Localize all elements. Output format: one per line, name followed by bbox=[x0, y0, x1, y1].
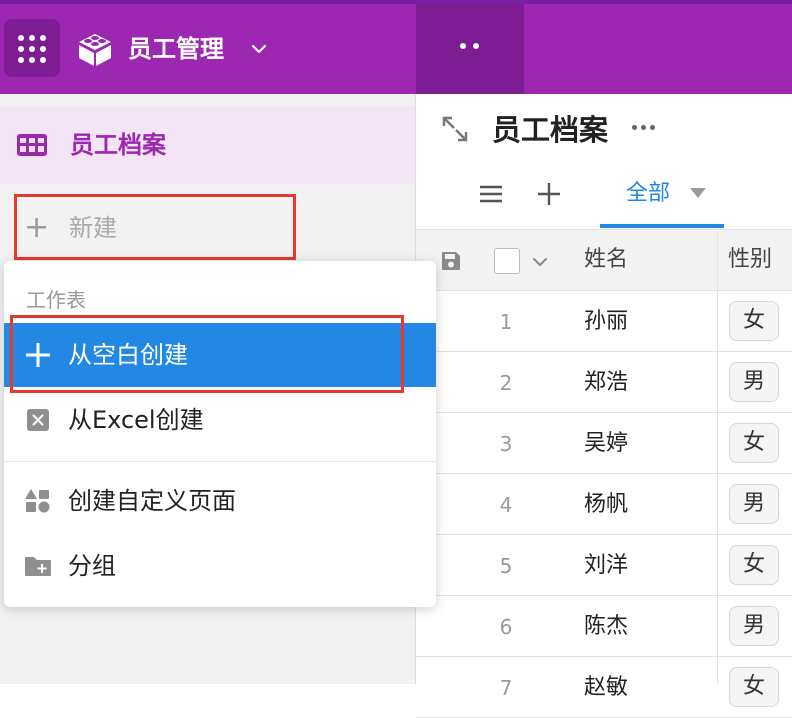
table-row[interactable]: 7 赵敏 女 bbox=[416, 657, 792, 718]
cell-name[interactable]: 吴婷 bbox=[584, 427, 628, 461]
menu-item-label: 创建自定义页面 bbox=[68, 487, 236, 515]
app-launcher-button[interactable] bbox=[4, 19, 60, 77]
sidebar-item-label: 员工档案 bbox=[70, 131, 166, 159]
menu-item-label: 分组 bbox=[68, 552, 116, 580]
table-row[interactable]: 5 刘洋 女 bbox=[416, 535, 792, 596]
gender-tag[interactable]: 女 bbox=[729, 423, 779, 463]
menu-item-create-from-excel[interactable]: 从Excel创建 bbox=[4, 388, 436, 452]
excel-icon bbox=[27, 409, 49, 431]
sidebar-item-employee-records[interactable]: 员工档案 bbox=[0, 106, 415, 184]
table-icon bbox=[17, 134, 47, 156]
plus-icon bbox=[26, 343, 50, 367]
menu-item-label: 从Excel创建 bbox=[68, 406, 204, 434]
grid-dots-icon bbox=[18, 35, 46, 63]
new-sheet-menu: 工作表 从空白创建 从Excel创建 创建自定义页面 分组 bbox=[4, 261, 436, 607]
row-number: 6 bbox=[499, 615, 513, 639]
cell-name[interactable]: 杨帆 bbox=[584, 488, 628, 522]
row-number: 3 bbox=[499, 432, 513, 456]
gender-tag[interactable]: 女 bbox=[729, 301, 779, 341]
row-number: 1 bbox=[499, 310, 513, 334]
more-options-icon[interactable] bbox=[631, 124, 657, 132]
column-header-gender[interactable]: 性别 bbox=[728, 242, 772, 278]
gender-tag[interactable]: 女 bbox=[729, 545, 779, 585]
tab-active-indicator bbox=[600, 224, 724, 228]
menu-section-header: 工作表 bbox=[26, 288, 86, 312]
cell-name[interactable]: 陈杰 bbox=[584, 610, 628, 644]
column-header-name[interactable]: 姓名 bbox=[584, 242, 628, 278]
new-button[interactable]: + 新建 bbox=[14, 194, 296, 260]
shapes-icon bbox=[25, 489, 50, 513]
row-number: 4 bbox=[499, 493, 513, 517]
add-view-icon[interactable] bbox=[537, 181, 561, 207]
cell-name[interactable]: 孙丽 bbox=[584, 305, 628, 339]
cell-name[interactable]: 刘洋 bbox=[584, 549, 628, 583]
gender-tag[interactable]: 男 bbox=[729, 362, 779, 402]
gender-tag[interactable]: 女 bbox=[729, 667, 779, 707]
caret-down-icon[interactable] bbox=[690, 188, 706, 198]
row-number: 2 bbox=[499, 371, 513, 395]
records-table: 姓名 性别 1 孙丽 女 2 郑浩 男 3 吴婷 女 4 杨帆 男 5 刘洋 女… bbox=[416, 229, 792, 718]
chevron-down-icon[interactable] bbox=[530, 252, 550, 272]
more-dots-icon[interactable] bbox=[458, 41, 482, 51]
gender-tag[interactable]: 男 bbox=[729, 484, 779, 524]
menu-item-create-custom-page[interactable]: 创建自定义页面 bbox=[4, 469, 436, 533]
cell-name[interactable]: 郑浩 bbox=[584, 366, 628, 400]
table-row[interactable]: 3 吴婷 女 bbox=[416, 413, 792, 474]
table-row[interactable]: 1 孙丽 女 bbox=[416, 291, 792, 352]
plus-icon: + bbox=[24, 210, 50, 245]
new-button-label: 新建 bbox=[69, 214, 117, 242]
top-border bbox=[0, 0, 792, 4]
menu-list-icon[interactable] bbox=[478, 182, 504, 206]
table-row[interactable]: 6 陈杰 男 bbox=[416, 596, 792, 657]
table-row[interactable]: 4 杨帆 男 bbox=[416, 474, 792, 535]
tab-all-label: 全部 bbox=[626, 181, 671, 206]
top-bar: 员工管理 bbox=[0, 0, 792, 94]
cell-name[interactable]: 赵敏 bbox=[584, 671, 628, 705]
chevron-down-icon[interactable] bbox=[248, 38, 270, 60]
menu-item-group[interactable]: 分组 bbox=[4, 534, 436, 598]
folder-add-icon bbox=[25, 557, 51, 576]
table-header: 姓名 性别 bbox=[416, 229, 792, 291]
menu-divider bbox=[4, 461, 436, 462]
menu-item-create-blank[interactable]: 从空白创建 bbox=[4, 323, 436, 387]
tab-all[interactable]: 全部 bbox=[600, 176, 724, 228]
menu-item-label: 从空白创建 bbox=[68, 341, 188, 369]
gender-tag[interactable]: 男 bbox=[729, 606, 779, 646]
row-number: 5 bbox=[499, 554, 513, 578]
select-all-checkbox[interactable] bbox=[494, 248, 520, 274]
app-title[interactable]: 员工管理 bbox=[128, 31, 224, 67]
page-title: 员工档案 bbox=[492, 113, 609, 147]
save-icon[interactable] bbox=[440, 250, 462, 272]
cube-logo-icon bbox=[79, 34, 111, 66]
row-number: 7 bbox=[499, 676, 513, 700]
expand-icon[interactable] bbox=[440, 114, 470, 144]
table-row[interactable]: 2 郑浩 男 bbox=[416, 352, 792, 413]
